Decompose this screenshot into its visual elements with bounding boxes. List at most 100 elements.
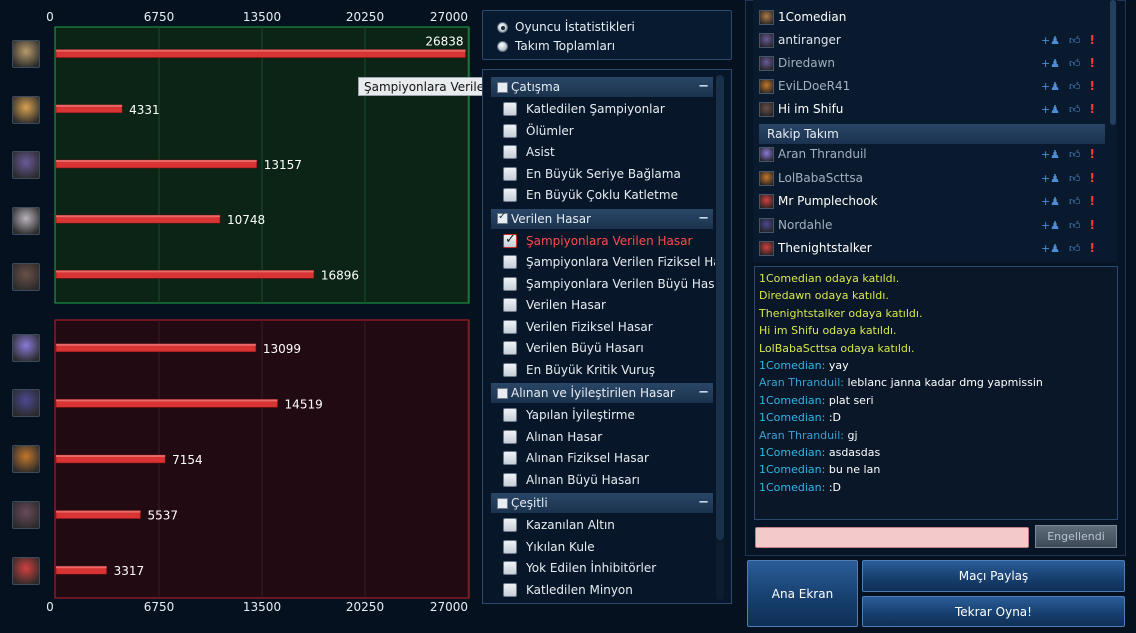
radio-unselected-icon[interactable] [497,40,508,52]
group-checkbox[interactable] [497,387,508,399]
stat-option[interactable]: Yok Edilen İnhibitörler [503,558,715,578]
honor-icon[interactable]: 👍︎ [1069,57,1081,70]
mute-button[interactable]: Engellendi [1035,525,1117,548]
checkbox[interactable] [503,561,517,575]
honor-icon[interactable]: 👍︎ [1069,195,1081,208]
add-friend-icon[interactable]: +♟ [1041,172,1060,185]
group-checkbox[interactable] [497,211,508,224]
checkbox[interactable] [503,472,517,487]
checkbox[interactable] [503,123,517,138]
report-icon[interactable]: ! [1090,241,1095,255]
checkbox[interactable] [503,102,517,116]
stat-option[interactable]: Katledilen Şampiyonlar [503,99,715,119]
player-row[interactable]: LolBabaScttsa +♟ 👍︎! [759,167,1109,189]
checkbox[interactable] [503,518,517,532]
player-row[interactable]: antiranger +♟ 👍︎! [759,29,1109,51]
report-icon[interactable]: ! [1090,194,1095,208]
honor-icon[interactable]: 👍︎ [1069,148,1081,161]
stat-list-scrollbar[interactable] [716,75,724,540]
stat-group-header[interactable]: Alınan ve İyileştirilen Hasar − [491,383,713,403]
add-friend-icon[interactable]: +♟ [1041,80,1060,93]
stat-option[interactable]: Şampiyonlara Verilen Büyü Hasarı [503,274,715,294]
stat-option[interactable]: En Büyük Çoklu Katletme [503,185,715,205]
player-row[interactable]: Mr Pumplechook +♟ 👍︎! [759,190,1109,212]
radio-selected-icon[interactable] [497,21,508,33]
collapse-icon[interactable]: − [698,211,709,226]
player-row[interactable]: Thenightstalker +♟ 👍︎! [759,237,1109,259]
stat-group-header[interactable]: Verilen Hasar − [491,208,713,229]
report-icon[interactable]: ! [1090,33,1095,47]
stat-option[interactable]: Yıkılan Kule [503,537,715,557]
honor-icon[interactable]: 👍︎ [1069,103,1081,116]
stat-group-header[interactable]: Çeşitli − [491,493,713,513]
stat-option[interactable]: Asist [503,142,715,162]
report-icon[interactable]: ! [1090,147,1095,161]
stat-option[interactable]: Alınan Büyü Hasarı [503,470,715,490]
player-row[interactable]: Hi im Shifu +♟ 👍︎! [759,98,1109,120]
checkbox[interactable] [503,539,517,554]
checkbox[interactable] [503,582,517,597]
report-icon[interactable]: ! [1090,56,1095,70]
chat-input[interactable] [755,527,1029,548]
player-row[interactable]: Aran Thranduil +♟ 👍︎! [759,143,1109,165]
add-friend-icon[interactable]: +♟ [1041,57,1060,70]
stat-option[interactable]: En Büyük Kritik Vuruş [503,360,715,380]
checkbox[interactable] [503,232,517,248]
player-row[interactable]: 1Comedian [759,6,1109,28]
honor-icon[interactable]: 👍︎ [1069,80,1081,93]
checkbox[interactable] [503,451,517,465]
stat-option[interactable]: Kazanılan Altın [503,515,715,535]
stat-option[interactable]: Verilen Büyü Hasarı [503,338,715,358]
checkbox[interactable] [503,408,517,422]
home-button[interactable]: Ana Ekran [747,560,858,627]
player-row[interactable]: Diredawn +♟ 👍︎! [759,52,1109,74]
honor-icon[interactable]: 👍︎ [1069,242,1081,255]
checkbox[interactable] [503,429,517,444]
checkbox[interactable] [503,188,517,202]
stat-option[interactable]: Şampiyonlara Verilen Hasar [503,231,715,251]
checkbox[interactable] [503,362,517,377]
collapse-icon[interactable]: − [698,495,709,510]
collapse-icon[interactable]: − [698,79,709,94]
checkbox[interactable] [503,341,517,355]
checkbox[interactable] [503,276,517,291]
add-friend-icon[interactable]: +♟ [1041,34,1060,47]
report-icon[interactable]: ! [1090,79,1095,93]
checkbox[interactable] [503,145,517,159]
checkbox[interactable] [503,319,517,334]
honor-icon[interactable]: 👍︎ [1069,219,1081,232]
checkbox[interactable] [503,298,517,312]
stat-option[interactable]: Ölümler [503,121,715,141]
stat-option[interactable]: Yapılan İyileştirme [503,405,715,425]
honor-icon[interactable]: 👍︎ [1069,34,1081,47]
stat-option[interactable]: Katledilen Minyon [503,580,715,600]
checkbox[interactable] [503,166,517,181]
share-match-button[interactable]: Maçı Paylaş [862,560,1125,592]
stat-option[interactable]: Verilen Hasar [503,295,715,315]
radio-player-stats[interactable]: Oyuncu İstatistikleri [497,20,635,34]
player-list-scrollbar[interactable] [1110,0,1116,125]
stat-option[interactable]: Alınan Fiziksel Hasar [503,448,715,468]
add-friend-icon[interactable]: +♟ [1041,195,1060,208]
stat-option[interactable]: Alınan Hasar [503,427,715,447]
group-checkbox[interactable] [497,81,508,93]
stat-option[interactable]: En Büyük Seriye Bağlama [503,164,715,184]
player-row[interactable]: Nordahle +♟ 👍︎! [759,214,1109,236]
add-friend-icon[interactable]: +♟ [1041,242,1060,255]
add-friend-icon[interactable]: +♟ [1041,148,1060,161]
honor-icon[interactable]: 👍︎ [1069,172,1081,185]
group-checkbox[interactable] [497,497,508,509]
report-icon[interactable]: ! [1090,171,1095,185]
stat-group-header[interactable]: Çatışma − [491,77,713,97]
report-icon[interactable]: ! [1090,102,1095,116]
checkbox[interactable] [503,255,517,269]
replay-button[interactable]: Tekrar Oyna! [862,596,1125,627]
add-friend-icon[interactable]: +♟ [1041,103,1060,116]
stat-option[interactable]: Şampiyonlara Verilen Fiziksel Hasar [503,252,715,272]
add-friend-icon[interactable]: +♟ [1041,219,1060,232]
player-row[interactable]: EviLDoeR41 +♟ 👍︎! [759,75,1109,97]
report-icon[interactable]: ! [1090,218,1095,232]
radio-team-totals[interactable]: Takım Toplamları [497,39,615,53]
stat-option[interactable]: Verilen Fiziksel Hasar [503,317,715,337]
collapse-icon[interactable]: − [698,385,709,400]
